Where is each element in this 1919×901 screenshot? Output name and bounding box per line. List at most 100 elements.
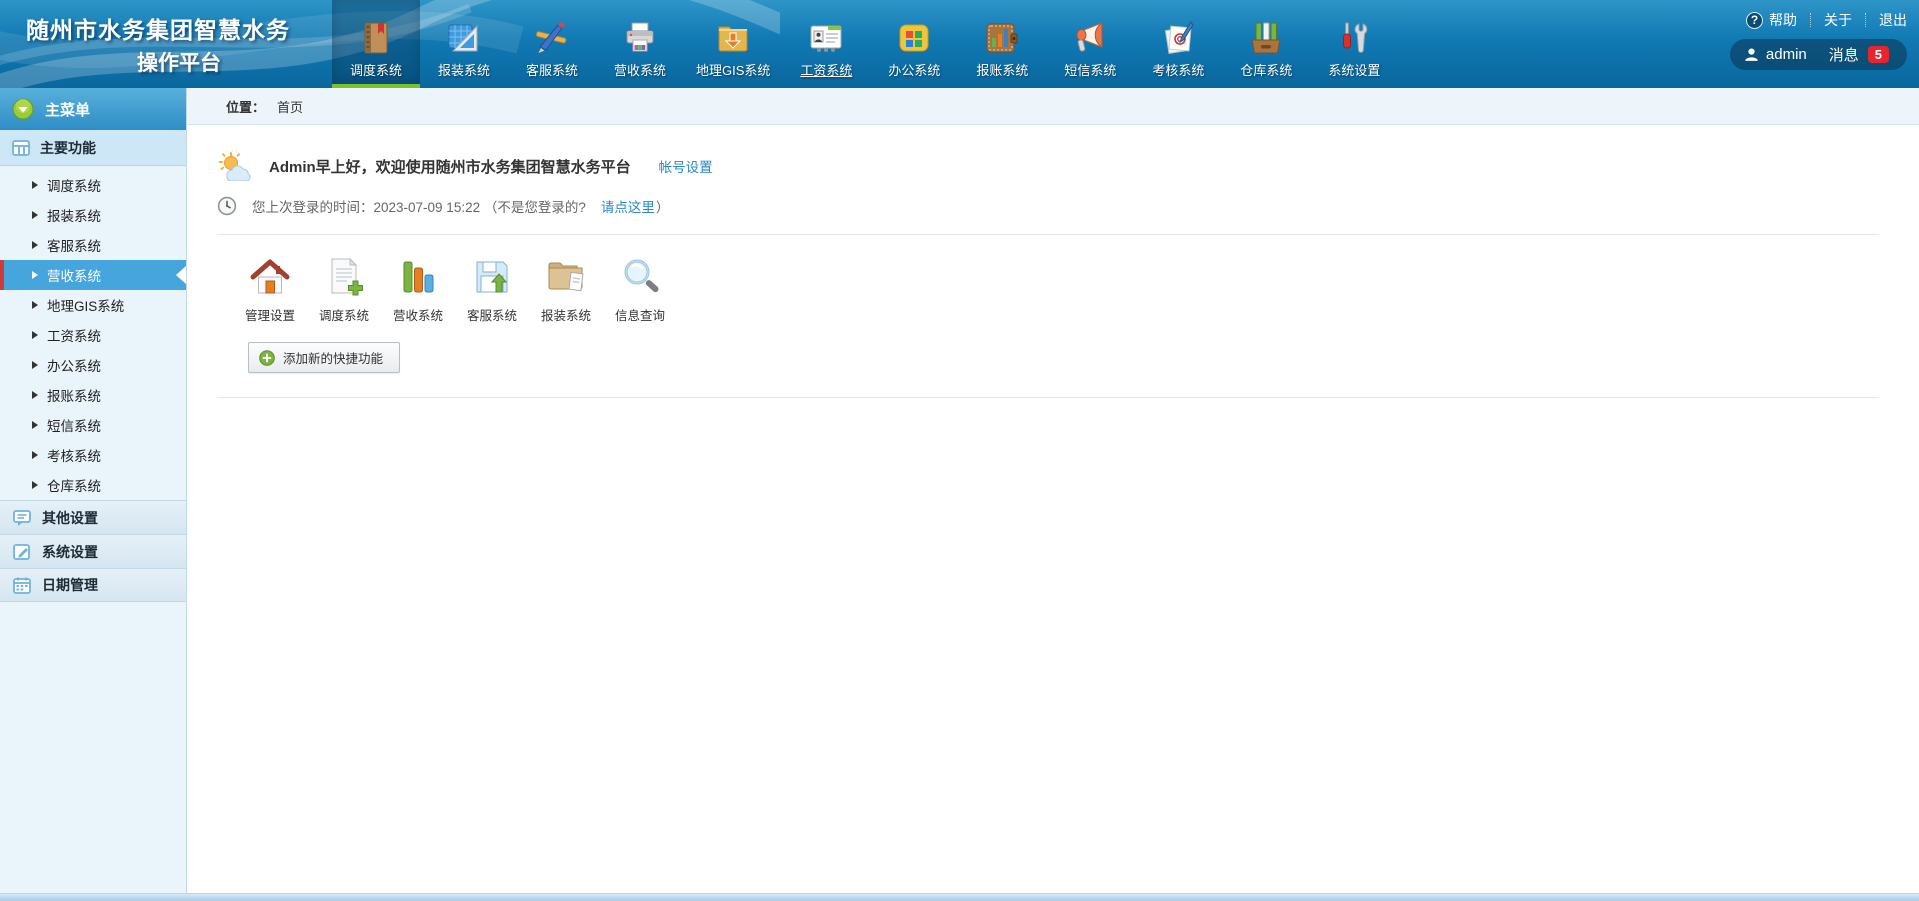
breadcrumb-current: 首页: [277, 97, 303, 116]
pen-paper-icon: [1160, 20, 1196, 56]
sidebar-item-reimbursement-system[interactable]: 报账系统: [0, 380, 186, 410]
shortcut-label: 报装系统: [541, 305, 591, 324]
book-icon: [358, 20, 394, 56]
sidebar-section-label: 系统设置: [42, 542, 98, 562]
sidebar-item-label: 仓库系统: [47, 475, 101, 495]
last-login-row: 您上次登录的时间：2023-07-09 15:22 （不是您登录的? 请点这里 …: [217, 196, 1889, 216]
arrow-right-icon: [32, 361, 38, 369]
nav-tab-payroll-system[interactable]: 工资系统: [782, 0, 870, 88]
last-login-suffix: ）: [656, 196, 670, 216]
welcome-row: Admin早上好，欢迎使用随州市水务集团智慧水务平台 帐号设置: [217, 151, 1889, 181]
home-content: Admin早上好，欢迎使用随州市水务集团智慧水务平台 帐号设置 您上次登录的时间…: [187, 125, 1919, 398]
sidebar-item-payroll-system[interactable]: 工资系统: [0, 320, 186, 350]
arrow-right-icon: [32, 391, 38, 399]
nav-tab-label: 客服系统: [526, 60, 578, 79]
shortcut-customer-service-system[interactable]: 客服系统: [455, 255, 529, 324]
about-link[interactable]: 关于: [1824, 10, 1852, 30]
bar-chart-icon: [396, 255, 440, 299]
arrow-right-icon: [32, 481, 38, 489]
sidebar-item-revenue-system[interactable]: 营收系统: [0, 260, 186, 290]
pencil-brush-icon: [534, 20, 570, 56]
sidebar-item-label: 营收系统: [47, 265, 101, 285]
sidebar-item-warehouse-system[interactable]: 仓库系统: [0, 470, 186, 500]
nav-tab-label: 营收系统: [614, 60, 666, 79]
nav-tab-dispatch-system[interactable]: 调度系统: [332, 0, 420, 88]
sidebar-header[interactable]: 主菜单: [0, 88, 186, 130]
grid-icon: [11, 138, 31, 158]
sidebar-title: 主菜单: [45, 99, 90, 120]
header-right: ? 帮助 关于 退出 admin 消息 5: [1730, 10, 1907, 70]
nav-tab-assessment-system[interactable]: 考核系统: [1134, 0, 1222, 88]
sidebar-item-label: 调度系统: [47, 175, 101, 195]
sidebar-section-label: 日期管理: [42, 575, 98, 595]
sidebar-item-installation-system[interactable]: 报装系统: [0, 200, 186, 230]
sidebar-menu: 调度系统 报装系统 客服系统 营收系统 地理GIS系统 工资系统 办公系统 报账…: [0, 166, 186, 500]
shortcut-installation-system[interactable]: 报装系统: [529, 255, 603, 324]
shortcut-label: 调度系统: [319, 305, 369, 324]
nav-tab-revenue-system[interactable]: 营收系统: [596, 0, 684, 88]
shortcut-dispatch-system[interactable]: 调度系统: [307, 255, 381, 324]
user-pill[interactable]: admin 消息 5: [1730, 39, 1907, 70]
nav-tab-gis-system[interactable]: 地理GIS系统: [684, 0, 782, 88]
shortcut-admin-settings[interactable]: 管理设置: [233, 255, 307, 324]
account-settings-link[interactable]: 帐号设置: [659, 156, 713, 176]
messages-label[interactable]: 消息: [1829, 44, 1859, 65]
clock-icon: [217, 196, 252, 216]
nav-tab-sms-system[interactable]: 短信系统: [1046, 0, 1134, 88]
sidebar-item-office-system[interactable]: 办公系统: [0, 350, 186, 380]
add-shortcut-button[interactable]: 添加新的快捷功能: [248, 342, 400, 373]
nav-tab-reimbursement-system[interactable]: 报账系统: [958, 0, 1046, 88]
sidebar-item-label: 短信系统: [47, 415, 101, 435]
arrow-right-icon: [32, 241, 38, 249]
main-area: 位置： 首页 Admin早上好，欢迎使用随州市水务集团智慧水务平台 帐号设置 您…: [187, 88, 1919, 893]
shortcut-revenue-system[interactable]: 营收系统: [381, 255, 455, 324]
id-card-icon: [808, 20, 844, 56]
breadcrumb: 位置： 首页: [187, 88, 1919, 125]
sidebar-section-label: 主要功能: [40, 138, 96, 158]
nav-tab-installation-system[interactable]: 报装系统: [420, 0, 508, 88]
sidebar-section-label: 其他设置: [42, 508, 98, 528]
top-nav: 调度系统 报装系统 客服系统 营收系统: [332, 0, 1398, 88]
sidebar-item-sms-system[interactable]: 短信系统: [0, 410, 186, 440]
nav-tab-label: 考核系统: [1152, 60, 1204, 79]
nav-tab-customer-service-system[interactable]: 客服系统: [508, 0, 596, 88]
blocks-box-icon: [896, 20, 932, 56]
pencil-square-icon: [12, 542, 32, 562]
sidebar-item-gis-system[interactable]: 地理GIS系统: [0, 290, 186, 320]
speech-bubble-icon: [12, 508, 32, 528]
nav-tab-warehouse-system[interactable]: 仓库系统: [1222, 0, 1310, 88]
logo-title-line2: 操作平台: [26, 47, 332, 77]
sidebar-item-dispatch-system[interactable]: 调度系统: [0, 170, 186, 200]
sidebar-item-label: 地理GIS系统: [47, 295, 124, 315]
collapse-circle-icon: [12, 98, 34, 120]
app-window: 随州市水务集团智慧水务 操作平台 调度系统 报装系统 客服系统: [0, 0, 1919, 901]
help-link[interactable]: ? 帮助: [1746, 10, 1797, 30]
calendar-icon: [12, 575, 32, 595]
shortcut-info-query[interactable]: 信息查询: [603, 255, 677, 324]
sidebar-item-label: 考核系统: [47, 445, 101, 465]
shortcut-label: 营收系统: [393, 305, 443, 324]
app-logo: 随州市水务集团智慧水务 操作平台: [0, 0, 332, 88]
nav-tab-system-settings[interactable]: 系统设置: [1310, 0, 1398, 88]
nav-tab-office-system[interactable]: 办公系统: [870, 0, 958, 88]
sidebar-section-date-management[interactable]: 日期管理: [0, 568, 186, 602]
top-header: 随州市水务集团智慧水务 操作平台 调度系统 报装系统 客服系统: [0, 0, 1919, 88]
not-your-login-link[interactable]: 请点这里: [601, 196, 655, 216]
sidebar-section-other-settings[interactable]: 其他设置: [0, 500, 186, 534]
sidebar-section-system-settings[interactable]: 系统设置: [0, 534, 186, 568]
nav-tab-label: 报装系统: [438, 60, 490, 79]
wallet-chart-icon: [984, 20, 1020, 56]
plus-circle-icon: [259, 350, 275, 366]
logout-link[interactable]: 退出: [1879, 10, 1907, 30]
header-links: ? 帮助 关于 退出: [1746, 10, 1907, 30]
sidebar-section-main-functions[interactable]: 主要功能: [0, 130, 186, 166]
messages-count-badge[interactable]: 5: [1868, 46, 1889, 63]
nav-tab-label: 地理GIS系统: [696, 60, 770, 79]
page-body: 主菜单 主要功能 调度系统 报装系统 客服系统 营收系统 地理GIS系统 工资系…: [0, 88, 1919, 893]
sidebar-item-customer-service-system[interactable]: 客服系统: [0, 230, 186, 260]
username-label: admin: [1766, 46, 1807, 63]
separator: [1810, 13, 1811, 27]
add-shortcut-label: 添加新的快捷功能: [283, 348, 383, 367]
sidebar-item-assessment-system[interactable]: 考核系统: [0, 440, 186, 470]
folder-page-icon: [544, 255, 588, 299]
